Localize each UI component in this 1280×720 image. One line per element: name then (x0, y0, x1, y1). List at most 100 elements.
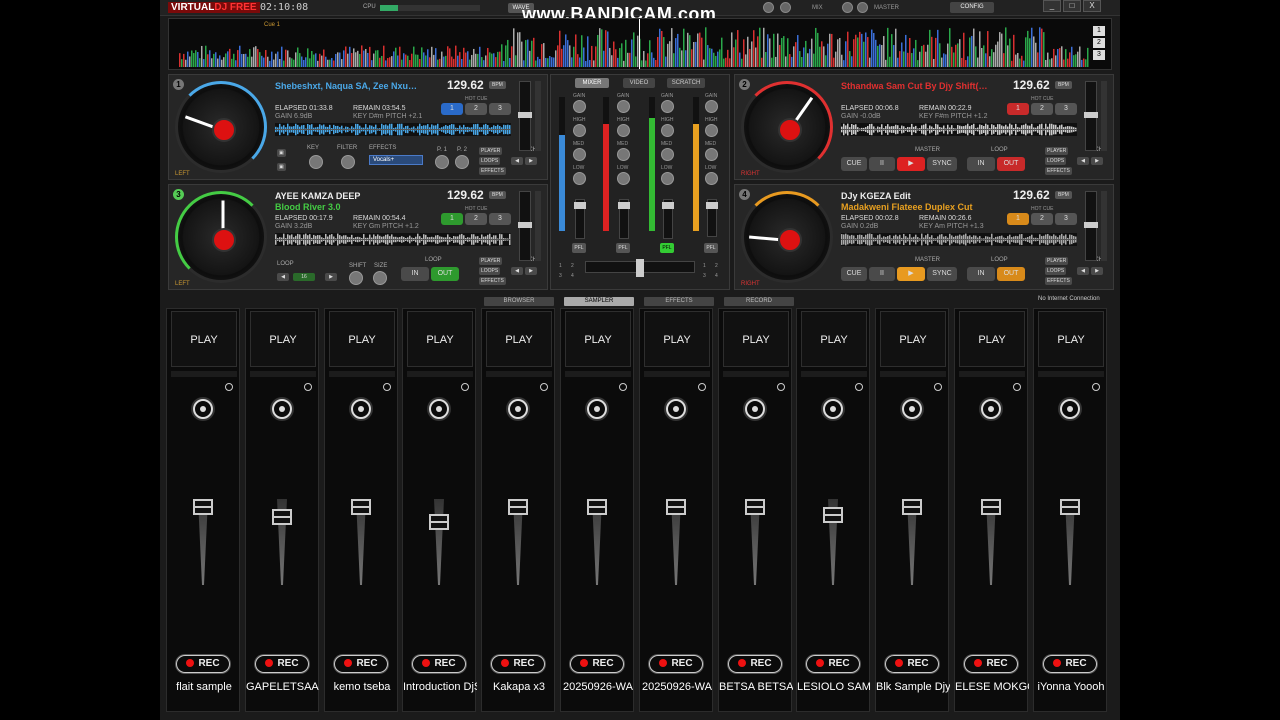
pfl-button-2[interactable]: PFL (616, 243, 630, 253)
close-button[interactable]: X (1083, 0, 1101, 12)
hot-cue-2[interactable]: 2 (465, 103, 487, 115)
overview-page-1[interactable]: 1 (1093, 26, 1105, 36)
loop-icon[interactable] (587, 399, 607, 419)
channel-fader-4[interactable] (706, 199, 718, 237)
tab-effects[interactable]: EFFECTS (644, 297, 714, 306)
volume-fader-handle[interactable] (745, 499, 765, 515)
pause-button[interactable]: II (869, 267, 895, 281)
volume-fader-handle[interactable] (351, 499, 371, 515)
hot-cue-1[interactable]: 1 (1007, 213, 1029, 225)
sample-rec-button[interactable]: REC (412, 655, 466, 673)
low-knob-3[interactable] (661, 172, 674, 185)
hot-cue-1[interactable]: 1 (441, 213, 463, 225)
pitch-up-button[interactable]: ▶ (1091, 267, 1103, 275)
channel-fader-2[interactable] (618, 199, 630, 239)
pitch-down-button[interactable]: ◀ (511, 157, 523, 165)
sample-option-dot[interactable] (698, 383, 706, 391)
gain-knob-1[interactable] (573, 100, 586, 113)
loop-out-button[interactable]: OUT (431, 267, 459, 281)
volume-fader-handle[interactable] (587, 499, 607, 515)
player-tab[interactable]: PLAYER (479, 147, 503, 155)
pitch-slider[interactable] (518, 81, 532, 151)
pause-button[interactable]: II (869, 157, 895, 171)
volume-fader-handle[interactable] (508, 499, 528, 515)
channel-fader-1[interactable] (574, 199, 586, 239)
sample-play-button[interactable]: PLAY (723, 311, 789, 367)
crossfader[interactable] (585, 259, 695, 277)
track-waveform[interactable] (275, 123, 511, 136)
sample-option-dot[interactable] (461, 383, 469, 391)
loop-out-button[interactable]: OUT (997, 157, 1025, 171)
loop-icon[interactable] (351, 399, 371, 419)
med-knob-3[interactable] (661, 148, 674, 161)
loop-in-button[interactable]: IN (401, 267, 429, 281)
jog-wheel[interactable] (175, 81, 267, 173)
effect-param-2-knob[interactable] (455, 155, 469, 169)
hot-cue-2[interactable]: 2 (1031, 213, 1053, 225)
loop-size[interactable]: 16 (293, 273, 315, 281)
loop-icon[interactable] (429, 399, 449, 419)
sample-rec-button[interactable]: REC (570, 655, 624, 673)
sample-option-dot[interactable] (383, 383, 391, 391)
sample-play-button[interactable]: PLAY (880, 311, 946, 367)
track-waveform[interactable] (841, 233, 1077, 246)
tab-scratch[interactable]: SCRATCH (667, 78, 705, 88)
med-knob-4[interactable] (705, 148, 718, 161)
sync-button[interactable]: SYNC (927, 267, 957, 281)
loop-icon[interactable] (508, 399, 528, 419)
pitch-up-button[interactable]: ▶ (525, 157, 537, 165)
jog-wheel[interactable] (741, 81, 833, 173)
sample-play-button[interactable]: PLAY (250, 311, 316, 367)
sample-play-button[interactable]: PLAY (329, 311, 395, 367)
sample-rec-button[interactable]: REC (176, 655, 230, 673)
effects-tab[interactable]: EFFECTS (479, 167, 506, 175)
pitch-slider[interactable] (518, 191, 532, 261)
loops-tab[interactable]: LOOPS (479, 267, 501, 275)
lock-button[interactable]: ▣ (277, 149, 286, 157)
sample-rec-button[interactable]: REC (1043, 655, 1097, 673)
hot-cue-2[interactable]: 2 (1031, 103, 1053, 115)
cue-button[interactable]: CUE (841, 157, 867, 171)
low-knob-1[interactable] (573, 172, 586, 185)
player-tab[interactable]: PLAYER (479, 257, 503, 265)
bpm-button[interactable]: BPM (489, 191, 506, 199)
shift-knob[interactable] (349, 271, 363, 285)
pitch-slider[interactable] (1084, 81, 1098, 151)
hot-cue-2[interactable]: 2 (465, 213, 487, 225)
pitch-up-button[interactable]: ▶ (1091, 157, 1103, 165)
sample-play-button[interactable]: PLAY (1038, 311, 1104, 367)
high-knob-2[interactable] (617, 124, 630, 137)
loop-icon[interactable] (981, 399, 1001, 419)
sample-option-dot[interactable] (304, 383, 312, 391)
mix-knob[interactable] (763, 2, 774, 13)
pitch-slider[interactable] (1084, 191, 1098, 261)
play-button[interactable]: ▶ (897, 157, 925, 171)
volume-fader-handle[interactable] (1060, 499, 1080, 515)
low-knob-4[interactable] (705, 172, 718, 185)
volume-fader-handle[interactable] (666, 499, 686, 515)
tab-mixer[interactable]: MIXER (575, 78, 609, 88)
loop-out-button[interactable]: OUT (997, 267, 1025, 281)
tab-record[interactable]: RECORD (724, 297, 794, 306)
hot-cue-1[interactable]: 1 (441, 103, 463, 115)
sample-rec-button[interactable]: REC (728, 655, 782, 673)
sync-button[interactable]: SYNC (927, 157, 957, 171)
sample-play-button[interactable]: PLAY (644, 311, 710, 367)
loop-icon[interactable] (193, 399, 213, 419)
gain-knob-3[interactable] (661, 100, 674, 113)
hot-cue-3[interactable]: 3 (1055, 213, 1077, 225)
volume-fader-handle[interactable] (429, 514, 449, 530)
jog-wheel[interactable] (175, 191, 267, 283)
minimize-button[interactable]: _ (1043, 0, 1061, 12)
rec-small-button[interactable]: ▣ (277, 163, 286, 171)
loop-icon[interactable] (666, 399, 686, 419)
pitch-down-button[interactable]: ◀ (1077, 157, 1089, 165)
loops-tab[interactable]: LOOPS (1045, 157, 1067, 165)
loop-icon[interactable] (1060, 399, 1080, 419)
master-volume-knob[interactable] (857, 2, 868, 13)
sample-rec-button[interactable]: REC (649, 655, 703, 673)
hot-cue-3[interactable]: 3 (1055, 103, 1077, 115)
sample-rec-button[interactable]: REC (885, 655, 939, 673)
effects-tab[interactable]: EFFECTS (479, 277, 506, 285)
overview-page-3[interactable]: 3 (1093, 50, 1105, 60)
